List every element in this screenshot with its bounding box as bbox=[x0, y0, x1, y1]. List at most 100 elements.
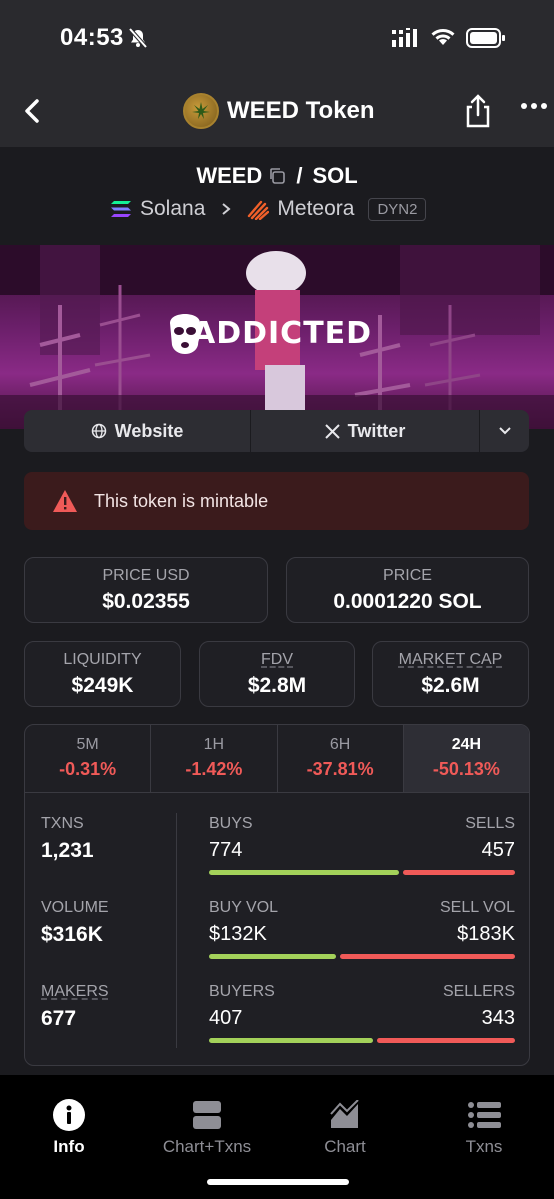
market-cap-card[interactable]: MARKET CAP $2.6M bbox=[372, 641, 529, 707]
tab-chart-txns-label: Chart+Txns bbox=[162, 1137, 252, 1156]
buys-sells-row: BUYS SELLS 774 457 bbox=[209, 815, 515, 875]
volume-metric: VOLUME $316K bbox=[41, 899, 109, 947]
tab-info-label: Info bbox=[53, 1137, 85, 1156]
tab-chart-label: Chart bbox=[324, 1137, 366, 1156]
chevron-down-icon bbox=[498, 427, 511, 435]
tab-5m[interactable]: 5M -0.31% bbox=[25, 725, 152, 792]
warning-icon bbox=[53, 490, 77, 512]
fdv-card[interactable]: FDV $2.8M bbox=[199, 641, 355, 707]
volume-split-bar bbox=[209, 954, 515, 959]
website-label: Website bbox=[114, 420, 184, 441]
page-title: WEED Token bbox=[227, 97, 375, 124]
token-logo-icon bbox=[183, 93, 219, 129]
bell-muted-icon bbox=[128, 27, 148, 49]
buyers-value: 407 bbox=[209, 1007, 243, 1029]
liquidity-card: LIQUIDITY $249K bbox=[24, 641, 181, 707]
pair-header: WEED / SOL bbox=[0, 163, 554, 189]
buy-vol-value: $132K bbox=[209, 923, 267, 945]
tab-change: -50.13% bbox=[432, 759, 500, 779]
twitter-button[interactable]: Twitter bbox=[251, 410, 480, 452]
buyers-sellers-bar bbox=[209, 1038, 515, 1043]
nav-title: WEED Token bbox=[183, 92, 375, 130]
banner-text: ADDICTED bbox=[192, 316, 373, 351]
mintable-warning: This token is mintable bbox=[24, 472, 529, 530]
fdv-label: FDV bbox=[261, 651, 293, 668]
tab-change: -37.81% bbox=[306, 759, 374, 779]
more-links-button[interactable] bbox=[480, 410, 529, 452]
makers-label: MAKERS bbox=[41, 983, 109, 1000]
dex-name[interactable]: Meteora bbox=[277, 197, 354, 221]
wifi-icon bbox=[431, 29, 455, 45]
tab-info[interactable]: Info bbox=[30, 1097, 108, 1157]
tab-24h[interactable]: 24H -50.13% bbox=[403, 725, 529, 792]
buyers-sellers-row: BUYERS SELLERS 407 343 bbox=[209, 983, 515, 1043]
chain-name[interactable]: Solana bbox=[140, 197, 205, 221]
battery-icon bbox=[466, 28, 505, 48]
txns-label: TXNS bbox=[41, 815, 84, 832]
buyers-bar bbox=[209, 1038, 373, 1043]
chevron-right-icon bbox=[222, 203, 231, 215]
sells-label: SELLS bbox=[465, 815, 515, 832]
timeframe-tabs: 5M -0.31% 1H -1.42% 6H -37.81% 24H -50.1… bbox=[25, 725, 529, 793]
sell-vol-bar bbox=[339, 954, 515, 959]
txns-value: 1,231 bbox=[41, 839, 94, 862]
pair-separator: / bbox=[296, 163, 303, 188]
share-icon[interactable] bbox=[463, 93, 493, 129]
market-cap-label: MARKET CAP bbox=[398, 651, 503, 668]
tab-chart[interactable]: Chart bbox=[306, 1097, 384, 1157]
status-time: 04:53 bbox=[60, 24, 124, 51]
website-button[interactable]: Website bbox=[24, 410, 251, 452]
tab-txns[interactable]: Txns bbox=[446, 1097, 522, 1157]
info-icon bbox=[53, 1099, 85, 1131]
tab-label: 5M bbox=[76, 736, 99, 753]
base-token: WEED bbox=[196, 163, 263, 188]
tab-txns-label: Txns bbox=[465, 1137, 503, 1156]
sellers-label: SELLERS bbox=[442, 983, 515, 1000]
buys-bar bbox=[209, 870, 399, 875]
tab-chart-txns[interactable]: Chart+Txns bbox=[150, 1097, 264, 1157]
sell-vol-value: $183K bbox=[457, 923, 515, 945]
makers-metric[interactable]: MAKERS 677 bbox=[41, 983, 109, 1031]
buys-value: 774 bbox=[209, 839, 243, 861]
tab-1h[interactable]: 1H -1.42% bbox=[151, 725, 278, 792]
price-sol-card: PRICE 0.0001220 SOL bbox=[286, 557, 529, 623]
quote-token: SOL bbox=[312, 163, 358, 188]
x-logo-icon bbox=[324, 423, 340, 439]
stats-divider bbox=[176, 813, 177, 1048]
copy-icon[interactable] bbox=[268, 167, 286, 185]
nav-bar: WEED Token bbox=[0, 75, 554, 147]
price-sol-label: PRICE bbox=[383, 567, 432, 584]
stats-panel: 5M -0.31% 1H -1.42% 6H -37.81% 24H -50.1… bbox=[24, 724, 530, 1066]
more-options-icon[interactable] bbox=[520, 101, 548, 111]
meteora-icon bbox=[248, 200, 270, 220]
links-bar: Website Twitter bbox=[24, 410, 529, 452]
volume-split-row: BUY VOL SELL VOL $132K $183K bbox=[209, 899, 515, 959]
volume-value: $316K bbox=[41, 923, 103, 946]
tab-label: 6H bbox=[329, 736, 351, 753]
warning-text: This token is mintable bbox=[94, 490, 269, 511]
tab-6h[interactable]: 6H -37.81% bbox=[278, 725, 404, 792]
tab-change: -1.42% bbox=[185, 759, 243, 779]
sell-vol-label: SELL VOL bbox=[439, 899, 515, 916]
pair-route: Solana Meteora DYN2 bbox=[110, 197, 427, 221]
list-icon bbox=[468, 1102, 501, 1128]
price-usd-label: PRICE USD bbox=[102, 567, 190, 584]
back-arrow-icon[interactable] bbox=[18, 95, 48, 127]
tab-label: 24H bbox=[451, 736, 482, 753]
tab-change: -0.31% bbox=[59, 759, 117, 779]
sellers-bar bbox=[376, 1038, 515, 1043]
sellers-value: 343 bbox=[481, 1007, 515, 1029]
cellular-signal-icon bbox=[392, 28, 417, 47]
buy-vol-bar bbox=[209, 954, 336, 959]
area-chart-icon bbox=[330, 1100, 359, 1128]
tab-label: 1H bbox=[203, 736, 225, 753]
solana-icon bbox=[111, 201, 131, 217]
makers-value: 677 bbox=[41, 1007, 77, 1030]
liquidity-label: LIQUIDITY bbox=[63, 651, 142, 668]
sells-bar bbox=[402, 870, 515, 875]
status-bar: 04:53 bbox=[0, 0, 554, 75]
volume-label: VOLUME bbox=[41, 899, 109, 916]
buy-vol-label: BUY VOL bbox=[209, 899, 279, 916]
sells-value: 457 bbox=[481, 839, 515, 861]
market-cap-value: $2.6M bbox=[421, 674, 480, 697]
